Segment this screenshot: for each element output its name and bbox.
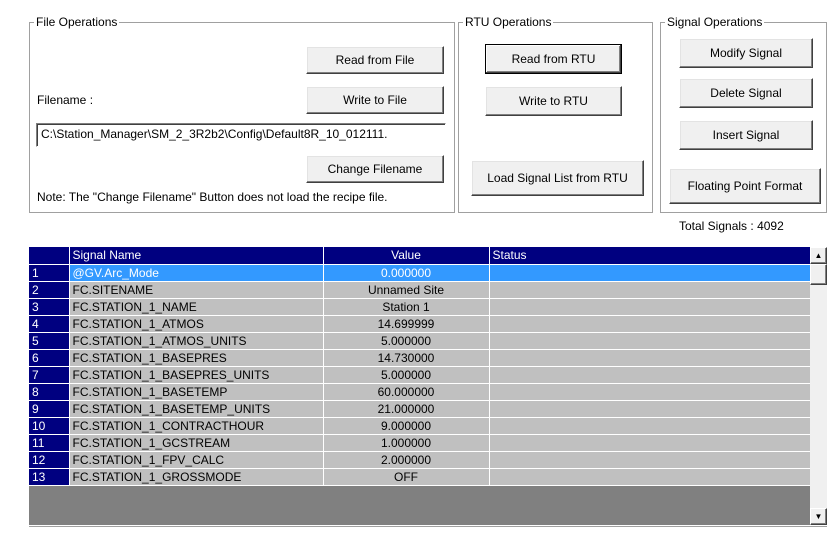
table-row[interactable]: 4 FC.STATION_1_ATMOS 14.699999 (29, 315, 811, 333)
row-number[interactable]: 12 (29, 451, 70, 469)
table-row[interactable]: 7 FC.STATION_1_BASEPRES_UNITS 5.000000 (29, 366, 811, 384)
table-row[interactable]: 9 FC.STATION_1_BASETEMP_UNITS 21.000000 (29, 400, 811, 418)
table-row[interactable]: 10 FC.STATION_1_CONTRACTHOUR 9.000000 (29, 417, 811, 435)
row-number-header (29, 247, 70, 265)
status-cell[interactable] (489, 400, 811, 418)
operations-panel: File Operations Read from File Filename … (0, 0, 827, 246)
load-signal-list-button[interactable]: Load Signal List from RTU (471, 160, 644, 196)
status-strip (29, 526, 827, 555)
write-to-file-button[interactable]: Write to File (306, 86, 444, 114)
row-number[interactable]: 11 (29, 434, 70, 452)
status-cell[interactable] (489, 468, 811, 486)
signal-name-cell[interactable]: FC.STATION_1_BASETEMP (69, 383, 324, 401)
signal-name-cell[interactable]: FC.STATION_1_BASEPRES (69, 349, 324, 367)
signal-name-cell[interactable]: FC.STATION_1_GCSTREAM (69, 434, 324, 452)
table-row[interactable]: 11 FC.STATION_1_GCSTREAM 1.000000 (29, 434, 811, 452)
signal-name-cell[interactable]: FC.STATION_1_CONTRACTHOUR (69, 417, 324, 435)
row-number[interactable]: 13 (29, 468, 70, 486)
row-number[interactable]: 1 (29, 264, 70, 282)
row-number[interactable]: 9 (29, 400, 70, 418)
column-header-value[interactable]: Value (323, 247, 490, 265)
row-number[interactable]: 2 (29, 281, 70, 299)
row-number[interactable]: 5 (29, 332, 70, 350)
scroll-down-button[interactable]: ▼ (810, 508, 827, 525)
table-row[interactable]: 1 @GV.Arc_Mode 0.000000 (29, 264, 811, 282)
table-row[interactable]: 12 FC.STATION_1_FPV_CALC 2.000000 (29, 451, 811, 469)
value-cell[interactable]: 9.000000 (323, 417, 490, 435)
value-cell[interactable]: OFF (323, 468, 490, 486)
rtu-operations-legend: RTU Operations (465, 15, 552, 29)
row-number[interactable]: 6 (29, 349, 70, 367)
value-cell[interactable]: 60.000000 (323, 383, 490, 401)
read-from-file-button[interactable]: Read from File (306, 46, 444, 74)
total-signals-label: Total Signals : 4092 (679, 219, 784, 233)
table-row[interactable]: 6 FC.STATION_1_BASEPRES 14.730000 (29, 349, 811, 367)
status-cell[interactable] (489, 315, 811, 333)
scroll-thumb[interactable] (810, 264, 827, 285)
table-row[interactable]: 8 FC.STATION_1_BASETEMP 60.000000 (29, 383, 811, 401)
table-row[interactable]: 5 FC.STATION_1_ATMOS_UNITS 5.000000 (29, 332, 811, 350)
signal-name-cell[interactable]: FC.STATION_1_NAME (69, 298, 324, 316)
value-cell[interactable]: 21.000000 (323, 400, 490, 418)
status-cell[interactable] (489, 281, 811, 299)
row-number[interactable]: 10 (29, 417, 70, 435)
scroll-up-button[interactable]: ▲ (810, 247, 827, 264)
vertical-scrollbar[interactable]: ▲ ▼ (810, 247, 827, 525)
down-arrow-icon: ▼ (814, 512, 823, 521)
up-arrow-icon: ▲ (814, 251, 823, 260)
signal-name-cell[interactable]: FC.SITENAME (69, 281, 324, 299)
status-cell[interactable] (489, 451, 811, 469)
value-cell[interactable]: 0.000000 (323, 264, 490, 282)
status-cell[interactable] (489, 264, 811, 282)
table-row[interactable]: 13 FC.STATION_1_GROSSMODE OFF (29, 468, 811, 486)
row-number[interactable]: 4 (29, 315, 70, 333)
signal-name-cell[interactable]: FC.STATION_1_BASEPRES_UNITS (69, 366, 324, 384)
grid-header-row: Signal Name Value Status (29, 247, 811, 265)
signal-name-cell[interactable]: FC.STATION_1_GROSSMODE (69, 468, 324, 486)
row-number[interactable]: 7 (29, 366, 70, 384)
value-cell[interactable]: Station 1 (323, 298, 490, 316)
filename-label: Filename : (37, 93, 94, 107)
file-operations-group: File Operations (29, 15, 455, 213)
value-cell[interactable]: Unnamed Site (323, 281, 490, 299)
filename-field[interactable]: C:\Station_Manager\SM_2_3R2b2\Config\Def… (36, 123, 446, 147)
write-to-rtu-button[interactable]: Write to RTU (485, 86, 622, 116)
signal-grid[interactable]: Signal Name Value Status 1 @GV.Arc_Mode 0.… (29, 247, 827, 525)
change-filename-button[interactable]: Change Filename (306, 155, 444, 183)
status-cell[interactable] (489, 349, 811, 367)
file-operations-legend: File Operations (36, 15, 118, 29)
table-row[interactable]: 2 FC.SITENAME Unnamed Site (29, 281, 811, 299)
value-cell[interactable]: 1.000000 (323, 434, 490, 452)
signal-name-cell[interactable]: FC.STATION_1_FPV_CALC (69, 451, 324, 469)
signal-name-cell[interactable]: FC.STATION_1_ATMOS (69, 315, 324, 333)
value-cell[interactable]: 5.000000 (323, 332, 490, 350)
value-cell[interactable]: 14.730000 (323, 349, 490, 367)
delete-signal-button[interactable]: Delete Signal (679, 78, 813, 108)
table-row[interactable]: 3 FC.STATION_1_NAME Station 1 (29, 298, 811, 316)
status-cell[interactable] (489, 298, 811, 316)
column-header-status[interactable]: Status (489, 247, 811, 265)
signal-name-cell[interactable]: FC.STATION_1_BASETEMP_UNITS (69, 400, 324, 418)
status-cell[interactable] (489, 366, 811, 384)
status-cell[interactable] (489, 383, 811, 401)
modify-signal-button[interactable]: Modify Signal (679, 38, 813, 68)
signal-name-cell[interactable]: FC.STATION_1_ATMOS_UNITS (69, 332, 324, 350)
signal-table: Signal Name Value Status 1 @GV.Arc_Mode 0.… (29, 247, 811, 486)
status-cell[interactable] (489, 332, 811, 350)
signal-name-cell[interactable]: @GV.Arc_Mode (69, 264, 324, 282)
signal-operations-legend: Signal Operations (667, 15, 763, 29)
status-cell[interactable] (489, 417, 811, 435)
filename-note: Note: The "Change Filename" Button does … (37, 190, 388, 204)
value-cell[interactable]: 14.699999 (323, 315, 490, 333)
insert-signal-button[interactable]: Insert Signal (679, 120, 813, 150)
read-from-rtu-button[interactable]: Read from RTU (485, 44, 622, 74)
status-cell[interactable] (489, 434, 811, 452)
total-signals-count: 4092 (757, 219, 784, 233)
value-cell[interactable]: 5.000000 (323, 366, 490, 384)
row-number[interactable]: 8 (29, 383, 70, 401)
row-number[interactable]: 3 (29, 298, 70, 316)
floating-point-format-button[interactable]: Floating Point Format (669, 168, 821, 204)
value-cell[interactable]: 2.000000 (323, 451, 490, 469)
column-header-signal-name[interactable]: Signal Name (69, 247, 324, 265)
